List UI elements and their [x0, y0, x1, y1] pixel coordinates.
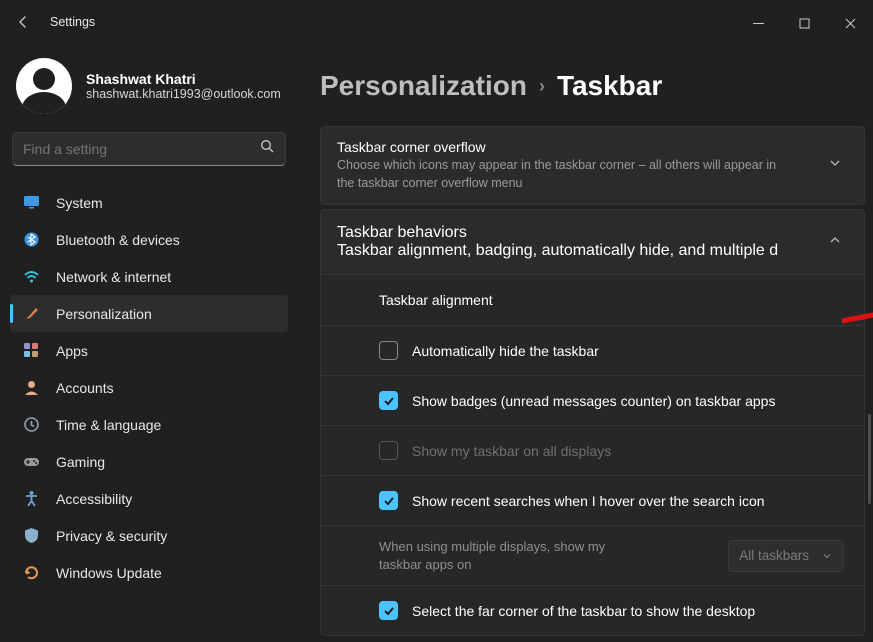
close-icon — [845, 18, 856, 29]
window-controls — [735, 6, 873, 38]
maximize-button[interactable] — [781, 6, 827, 38]
sidebar-item-accessibility[interactable]: Accessibility — [10, 480, 288, 517]
shield-icon — [22, 527, 40, 545]
multi-display-label: When using multiple displays, show my ta… — [379, 538, 639, 573]
breadcrumb: Personalization › Taskbar — [320, 52, 865, 126]
chevron-up-icon — [828, 233, 842, 252]
all-displays-label: Show my taskbar on all displays — [412, 443, 611, 459]
taskbar-alignment-row: Taskbar alignment — [321, 275, 864, 325]
sidebar-item-network[interactable]: Network & internet — [10, 258, 288, 295]
monitor-icon — [22, 194, 40, 212]
sidebar-item-personalization[interactable]: Personalization — [10, 295, 288, 332]
profile-block[interactable]: Shashwat Khatri shashwat.khatri1993@outl… — [10, 52, 288, 132]
sidebar-item-update[interactable]: Windows Update — [10, 554, 288, 591]
titlebar-left: Settings — [8, 7, 95, 37]
sidebar-item-label: Apps — [56, 343, 88, 359]
badges-label: Show badges (unread messages counter) on… — [412, 393, 775, 409]
behaviors-list: Taskbar alignment Automatically hide the… — [320, 275, 865, 636]
breadcrumb-root[interactable]: Personalization — [320, 70, 527, 102]
sidebar-item-label: Bluetooth & devices — [56, 232, 180, 248]
recent-search-checkbox[interactable] — [379, 491, 398, 510]
recent-search-label: Show recent searches when I hover over t… — [412, 493, 765, 509]
titlebar: Settings — [0, 0, 873, 44]
far-corner-checkbox[interactable] — [379, 601, 398, 620]
sidebar-item-label: Gaming — [56, 454, 105, 470]
recent-search-row: Show recent searches when I hover over t… — [321, 475, 864, 525]
sidebar-item-label: System — [56, 195, 103, 211]
sidebar-item-system[interactable]: System — [10, 184, 288, 221]
close-button[interactable] — [827, 6, 873, 38]
maximize-icon — [799, 18, 810, 29]
person-icon — [22, 379, 40, 397]
sidebar-item-label: Accessibility — [56, 491, 132, 507]
app-title: Settings — [50, 15, 95, 29]
back-button[interactable] — [8, 7, 38, 37]
panels: Taskbar corner overflow Choose which ico… — [320, 126, 865, 636]
clock-icon — [22, 416, 40, 434]
auto-hide-row: Automatically hide the taskbar — [321, 325, 864, 375]
sidebar-item-label: Privacy & security — [56, 528, 167, 544]
sidebar-item-bluetooth[interactable]: Bluetooth & devices — [10, 221, 288, 258]
behaviors-title: Taskbar behaviors — [337, 224, 778, 242]
sidebar-item-label: Network & internet — [56, 269, 171, 285]
sidebar-item-label: Time & language — [56, 417, 161, 433]
arrow-left-icon — [15, 14, 31, 30]
auto-hide-label: Automatically hide the taskbar — [412, 343, 599, 359]
profile-text: Shashwat Khatri shashwat.khatri1993@outl… — [86, 71, 281, 101]
bluetooth-icon — [22, 231, 40, 249]
behaviors-desc: Taskbar alignment, badging, automaticall… — [337, 242, 778, 260]
all-displays-checkbox — [379, 441, 398, 460]
brush-icon — [22, 305, 40, 323]
profile-email: shashwat.khatri1993@outlook.com — [86, 87, 281, 101]
sidebar-item-time[interactable]: Time & language — [10, 406, 288, 443]
overflow-title: Taskbar corner overflow — [337, 139, 787, 155]
alignment-label: Taskbar alignment — [379, 292, 493, 308]
chevron-down-icon — [828, 156, 842, 175]
sidebar-item-privacy[interactable]: Privacy & security — [10, 517, 288, 554]
minimize-button[interactable] — [735, 6, 781, 38]
sidebar-item-accounts[interactable]: Accounts — [10, 369, 288, 406]
breadcrumb-leaf: Taskbar — [557, 70, 662, 102]
far-corner-label: Select the far corner of the taskbar to … — [412, 603, 755, 619]
overflow-desc: Choose which icons may appear in the tas… — [337, 157, 787, 192]
sidebar-item-label: Personalization — [56, 306, 152, 322]
apps-icon — [22, 342, 40, 360]
sidebar-item-label: Windows Update — [56, 565, 162, 581]
badges-row: Show badges (unread messages counter) on… — [321, 375, 864, 425]
multi-display-value: All taskbars — [739, 548, 809, 563]
auto-hide-checkbox[interactable] — [379, 341, 398, 360]
gamepad-icon — [22, 453, 40, 471]
content-area: Personalization › Taskbar Taskbar corner… — [298, 44, 873, 642]
profile-name: Shashwat Khatri — [86, 71, 281, 87]
behaviors-header[interactable]: Taskbar behaviors Taskbar alignment, bad… — [320, 209, 865, 275]
badges-checkbox[interactable] — [379, 391, 398, 410]
far-corner-row: Select the far corner of the taskbar to … — [321, 585, 864, 635]
scrollbar-thumb[interactable] — [868, 414, 871, 504]
sidebar-item-gaming[interactable]: Gaming — [10, 443, 288, 480]
search-box[interactable] — [12, 132, 286, 166]
nav-list: System Bluetooth & devices Network & inter… — [10, 184, 288, 591]
taskbar-overflow-card[interactable]: Taskbar corner overflow Choose which ico… — [320, 126, 865, 205]
taskbar-behaviors-section: Taskbar behaviors Taskbar alignment, bad… — [320, 209, 865, 636]
sidebar: Shashwat Khatri shashwat.khatri1993@outl… — [0, 44, 298, 642]
all-displays-row: Show my taskbar on all displays — [321, 425, 864, 475]
update-icon — [22, 564, 40, 582]
minimize-icon — [753, 18, 764, 29]
avatar — [16, 58, 72, 114]
search-input[interactable] — [23, 141, 260, 157]
sidebar-item-label: Accounts — [56, 380, 114, 396]
wifi-icon — [22, 268, 40, 286]
search-icon — [260, 139, 275, 159]
sidebar-item-apps[interactable]: Apps — [10, 332, 288, 369]
breadcrumb-separator: › — [539, 76, 545, 97]
multi-display-combo: All taskbars — [728, 540, 844, 572]
chevron-down-icon — [821, 550, 833, 562]
accessibility-icon — [22, 490, 40, 508]
multi-display-row: When using multiple displays, show my ta… — [321, 525, 864, 585]
